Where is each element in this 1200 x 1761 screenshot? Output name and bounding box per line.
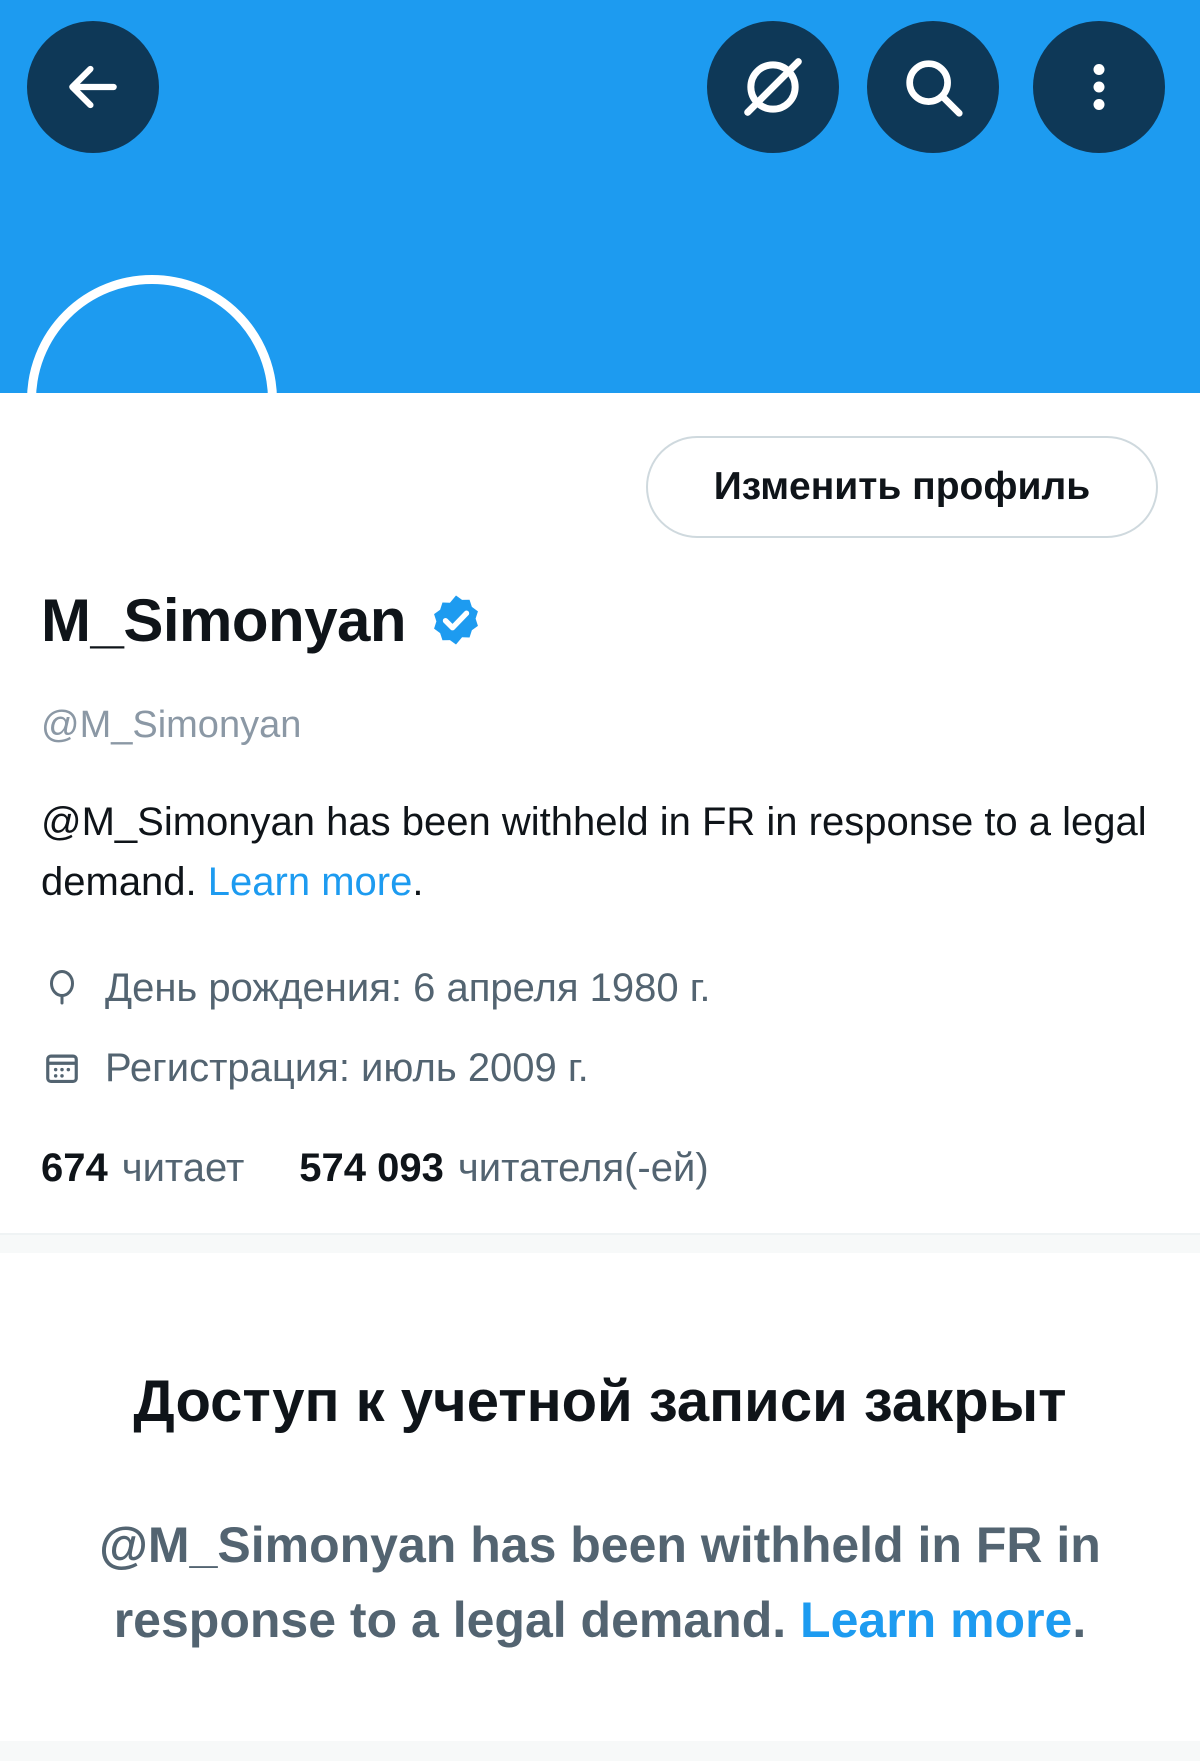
birthday-text: День рождения: 6 апреля 1980 г.	[105, 965, 711, 1010]
followers-link[interactable]: 574 093 читателя(-ей)	[299, 1146, 708, 1191]
followers-count: 574 093	[299, 1145, 444, 1190]
display-name: M_Simonyan	[41, 586, 407, 654]
more-vertical-icon	[1093, 64, 1105, 110]
verified-badge-icon	[428, 592, 484, 648]
profile-handle: @M_Simonyan	[41, 704, 302, 746]
section-gap	[0, 1235, 1200, 1253]
name-row: M_Simonyan	[41, 582, 484, 658]
avatar[interactable]	[27, 275, 277, 525]
bottom-band	[0, 1741, 1200, 1761]
back-button[interactable]	[27, 21, 159, 153]
followers-label: читателя(-ей)	[457, 1145, 709, 1190]
edit-profile-button[interactable]: Изменить профиль	[646, 436, 1158, 538]
following-label: читает	[121, 1145, 245, 1190]
location-off-button[interactable]	[707, 21, 839, 153]
joined-text: Регистрация: июль 2009 г.	[105, 1045, 589, 1090]
follow-stats: 674 читает 574 093 читателя(-ей)	[41, 1138, 709, 1198]
profile-bio: @M_Simonyan has been withheld in FR in r…	[41, 792, 1171, 912]
withheld-learn-more-link[interactable]: Learn more	[800, 1592, 1072, 1648]
search-icon	[906, 60, 963, 117]
withheld-title: Доступ к учетной записи закрыт	[133, 1369, 1067, 1434]
bio-period: .	[412, 860, 424, 904]
joined-row: Регистрация: июль 2009 г.	[41, 1038, 589, 1098]
following-link[interactable]: 674 читает	[41, 1146, 244, 1191]
following-count: 674	[41, 1145, 108, 1190]
withheld-period: .	[1072, 1592, 1087, 1648]
bio-learn-more-link[interactable]: Learn more	[208, 860, 413, 904]
birthday-row: День рождения: 6 апреля 1980 г.	[41, 958, 711, 1018]
balloon-icon	[41, 967, 83, 1009]
no-location-icon	[744, 58, 802, 116]
arrow-left-icon	[69, 65, 117, 109]
withheld-message: @M_Simonyan has been withheld in FR in r…	[50, 1508, 1150, 1658]
more-button[interactable]	[1033, 21, 1165, 153]
search-button[interactable]	[867, 21, 999, 153]
calendar-icon	[41, 1047, 83, 1089]
